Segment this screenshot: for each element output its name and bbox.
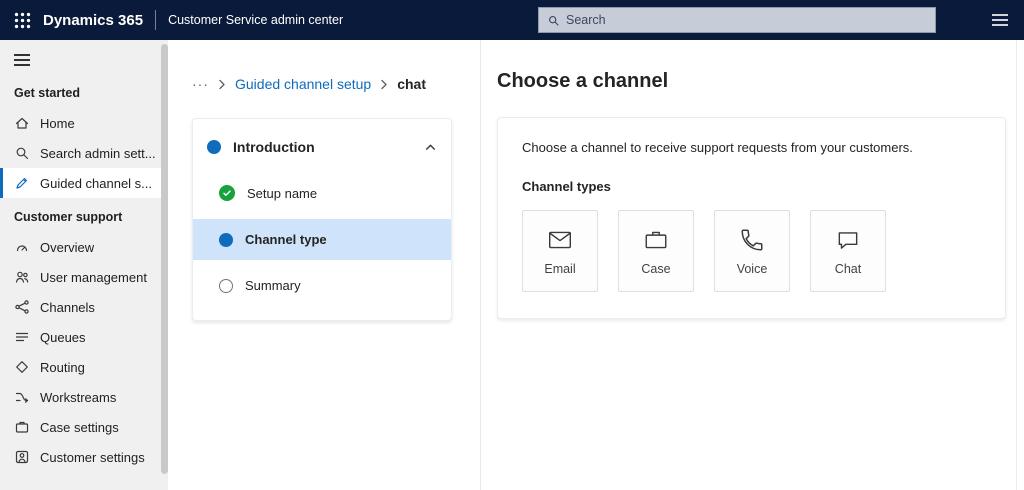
wizard-steps-card: Introduction Setup name Channel type Sum…	[192, 118, 452, 321]
sidebar-item-label: Routing	[40, 359, 85, 375]
sidebar-section-get-started: Get started	[14, 86, 80, 100]
channel-types-label: Channel types	[522, 179, 611, 194]
sidebar-item-label: Workstreams	[40, 389, 117, 405]
sidebar-section-customer-support: Customer support	[14, 210, 123, 224]
breadcrumb-current: chat	[397, 76, 427, 92]
channel-tiles: Email Case Voice Chat	[522, 210, 981, 292]
overview-icon	[14, 239, 30, 255]
step-label: Channel type	[245, 232, 327, 247]
channels-icon	[14, 299, 30, 315]
sidebar: Get started Home Search admin sett... Gu…	[0, 40, 168, 490]
phone-icon	[739, 227, 765, 253]
chevron-up-icon[interactable]	[424, 141, 437, 154]
channel-panel: Choose a channel to receive support requ…	[497, 117, 1006, 319]
user-management-icon	[14, 269, 30, 285]
channel-tile-voice[interactable]: Voice	[714, 210, 790, 292]
sidebar-item-workstreams[interactable]: Workstreams	[0, 382, 168, 412]
channel-tile-chat[interactable]: Chat	[810, 210, 886, 292]
step-current-dot-icon	[219, 232, 233, 247]
app-launcher-icon[interactable]	[14, 11, 31, 29]
sidebar-item-routing[interactable]: Routing	[0, 352, 168, 382]
sidebar-item-label: Guided channel s...	[40, 175, 153, 191]
routing-icon	[14, 359, 30, 375]
customer-settings-icon	[14, 449, 30, 465]
channel-tile-label: Voice	[736, 261, 768, 276]
topbar-divider	[155, 10, 157, 30]
sidebar-item-label: Queues	[40, 329, 86, 345]
sidebar-item-label: Customer settings	[40, 449, 145, 465]
sidebar-item-search-admin-settings[interactable]: Search admin sett...	[0, 138, 168, 168]
step-setup-name[interactable]: Setup name	[193, 172, 451, 214]
wizard-panel: ··· Guided channel setup chat Introducti…	[168, 40, 480, 490]
breadcrumb: ··· Guided channel setup chat	[192, 76, 480, 92]
hamburger-menu-icon[interactable]	[992, 14, 1008, 26]
step-current-dot-icon	[207, 140, 221, 154]
step-summary[interactable]: Summary	[193, 265, 451, 306]
breadcrumb-link[interactable]: Guided channel setup	[235, 76, 371, 92]
brand-link[interactable]: Dynamics 365	[43, 12, 143, 29]
sidebar-item-customer-settings[interactable]: Customer settings	[0, 442, 168, 472]
sidebar-item-label: Search admin sett...	[40, 145, 156, 161]
page-title: Choose a channel	[497, 70, 669, 92]
sidebar-item-label: Case settings	[40, 419, 119, 435]
sidebar-item-label: User management	[40, 269, 147, 285]
home-icon	[14, 115, 30, 131]
sidebar-item-label: Overview	[40, 239, 95, 255]
sidebar-item-channels[interactable]: Channels	[0, 292, 168, 322]
chat-bubble-icon	[835, 227, 861, 253]
topbar: Dynamics 365 Customer Service admin cent…	[0, 0, 1024, 40]
case-settings-icon	[14, 419, 30, 435]
briefcase-icon	[643, 227, 669, 253]
step-label: Summary	[245, 278, 301, 293]
sidebar-item-overview[interactable]: Overview	[0, 232, 168, 262]
breadcrumb-overflow[interactable]: ···	[192, 76, 209, 92]
channel-tile-label: Chat	[834, 261, 862, 276]
wizard-section-label: Introduction	[233, 139, 315, 155]
scrollbar-thumb[interactable]	[161, 44, 168, 474]
workstreams-icon	[14, 389, 30, 405]
sidebar-item-home[interactable]: Home	[0, 108, 168, 138]
channel-tile-email[interactable]: Email	[522, 210, 598, 292]
sidebar-item-user-management[interactable]: User management	[0, 262, 168, 292]
panel-description: Choose a channel to receive support requ…	[522, 140, 913, 155]
guided-channel-setup-icon	[14, 175, 30, 191]
sidebar-item-queues[interactable]: Queues	[0, 322, 168, 352]
app-title[interactable]: Customer Service admin center	[168, 13, 343, 27]
sidebar-item-case-settings[interactable]: Case settings	[0, 412, 168, 442]
check-icon	[219, 185, 235, 201]
chevron-right-icon	[379, 79, 389, 90]
chevron-right-icon	[217, 79, 227, 90]
queues-icon	[14, 329, 30, 345]
email-icon	[547, 227, 573, 253]
step-label: Setup name	[247, 185, 318, 201]
channel-tile-case[interactable]: Case	[618, 210, 694, 292]
search-icon	[547, 14, 560, 27]
sidebar-item-label: Home	[40, 115, 75, 131]
channel-selection-pane: Choose a channel Choose a channel to rec…	[480, 40, 1024, 490]
sidebar-scrollbar[interactable]	[161, 44, 168, 490]
topbar-search[interactable]	[538, 7, 936, 33]
sidebar-collapse-icon[interactable]	[14, 54, 30, 66]
search-input[interactable]	[566, 13, 927, 27]
step-channel-type[interactable]: Channel type	[193, 219, 451, 260]
sidebar-item-label: Channels	[40, 299, 95, 315]
step-todo-circle-icon	[219, 278, 233, 293]
main-content: ··· Guided channel setup chat Introducti…	[168, 40, 1024, 490]
sidebar-item-guided-channel-setup[interactable]: Guided channel s...	[0, 168, 168, 198]
channel-tile-label: Email	[544, 261, 576, 276]
search-icon	[14, 145, 30, 161]
channel-tile-label: Case	[641, 261, 671, 276]
wizard-section-introduction[interactable]: Introduction	[193, 127, 451, 167]
